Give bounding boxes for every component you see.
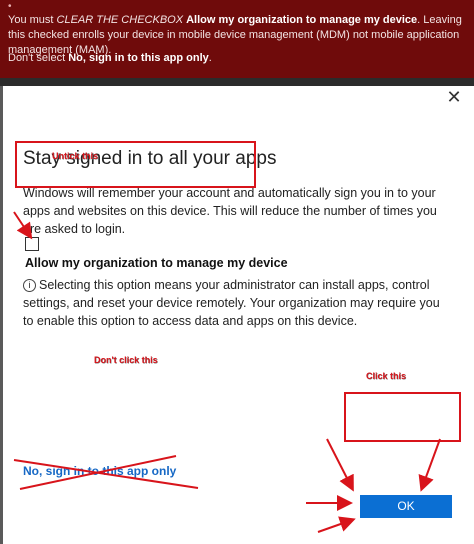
annotation-untick-label: Untick this (52, 151, 99, 161)
manage-device-label[interactable]: Allow my organization to manage my devic… (25, 256, 288, 270)
banner-line-2: Don't select No, sign in to this app onl… (8, 52, 212, 64)
info-text: Selecting this option means your adminis… (23, 278, 440, 328)
banner-separator (0, 78, 474, 86)
annotation-dont-click-label: Don't click this (94, 355, 158, 365)
manage-device-checkbox[interactable] (25, 237, 39, 251)
annotation-ok-highlight (344, 392, 461, 442)
banner-bullet: • (8, 1, 12, 12)
close-icon[interactable]: ✕ (442, 86, 466, 108)
dialog-description: Windows will remember your account and a… (23, 186, 437, 236)
annotation-click-this-label: Click this (366, 371, 407, 381)
ok-button[interactable]: OK (360, 495, 452, 518)
info-text-block: i Selecting this option means your admini… (23, 276, 451, 330)
info-icon: i (23, 279, 36, 292)
sign-in-app-only-link[interactable]: No, sign in to this app only (23, 464, 176, 478)
warning-banner: • You must CLEAR THE CHECKBOX Allow my o… (0, 0, 474, 78)
annotation-checkbox-highlight (15, 141, 256, 188)
